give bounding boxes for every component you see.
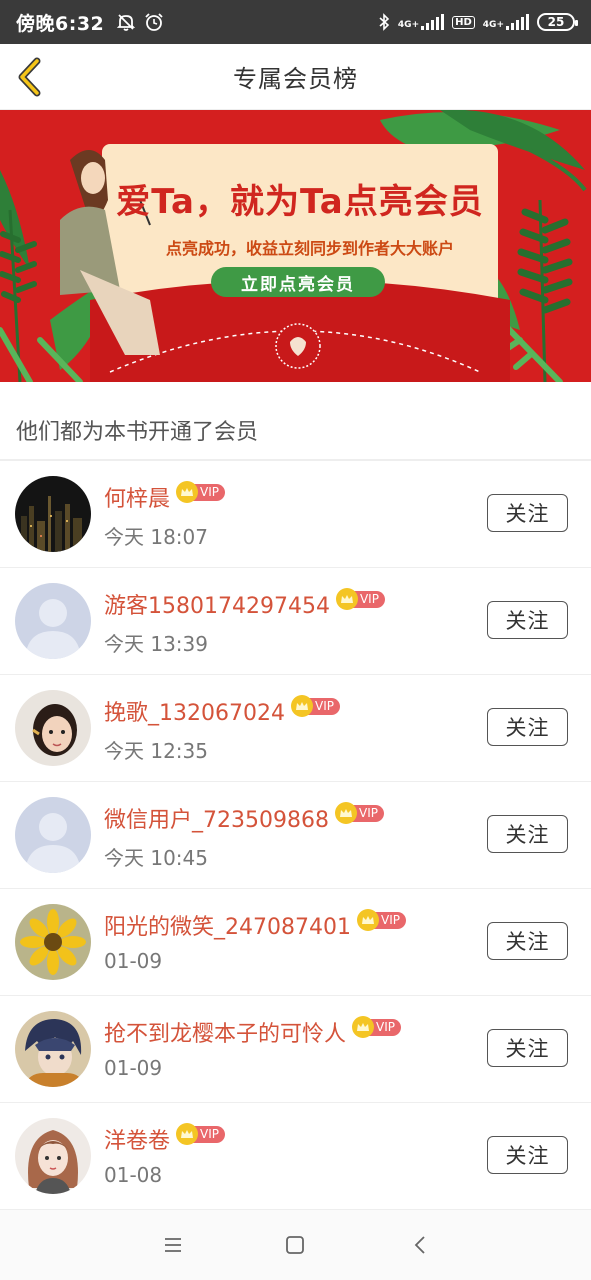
member-name[interactable]: 阳光的微笑_247087401 <box>104 909 351 941</box>
crown-icon <box>176 1123 199 1145</box>
banner-subtitle: 点亮成功，收益立刻同步到作者大大账户 <box>165 239 454 258</box>
menu-button[interactable] <box>158 1232 188 1258</box>
status-time: 傍晚6:32 <box>16 12 105 35</box>
default-user-avatar-icon <box>15 583 91 659</box>
follow-button[interactable]: 关注 <box>487 815 568 853</box>
vip-badge: VIP <box>176 1123 225 1145</box>
follow-button[interactable]: 关注 <box>487 494 568 532</box>
follow-button[interactable]: 关注 <box>487 922 568 960</box>
vip-badge: VIP <box>176 481 225 503</box>
crown-icon <box>334 802 357 824</box>
member-name[interactable]: 洋卷卷 <box>104 1123 170 1155</box>
app-header: 专属会员榜 <box>0 44 591 110</box>
sunflower-avatar-icon <box>15 904 91 980</box>
avatar[interactable] <box>15 690 91 766</box>
page-title: 专属会员榜 <box>233 65 358 93</box>
vip-badge: VIP <box>356 909 406 931</box>
member-name[interactable]: 游客1580174297454 <box>104 588 330 620</box>
promo-banner[interactable]: 爱Ta，就为Ta点亮会员 点亮成功，收益立刻同步到作者大大账户 立即点亮会员 <box>0 110 591 382</box>
battery-icon: 25 <box>537 13 578 31</box>
default-user-avatar-icon <box>15 797 91 873</box>
crown-icon <box>176 481 199 503</box>
crown-icon <box>290 695 313 717</box>
member-name[interactable]: 微信用户_723509868 <box>104 802 329 834</box>
avatar[interactable] <box>15 1118 91 1194</box>
avatar[interactable] <box>15 476 91 552</box>
vip-badge: VIP <box>352 1016 401 1038</box>
list-item[interactable]: 微信用户_723509868 VIP 今天 10:45 关注 <box>0 782 591 889</box>
member-list: 何梓晨 VIP 今天 18:07 关注 游客1580174297454 VIP … <box>0 461 591 1210</box>
back-button[interactable] <box>10 56 50 98</box>
back-chevron-icon <box>414 1236 425 1254</box>
avatar[interactable] <box>15 1011 91 1087</box>
system-nav-bar <box>0 1210 591 1280</box>
list-item[interactable]: 阳光的微笑_247087401 VIP 01-09 关注 <box>0 889 591 996</box>
member-time: 今天 18:07 <box>104 525 208 549</box>
avatar[interactable] <box>15 797 91 873</box>
list-item[interactable]: 挽歌_132067024 VIP 今天 12:35 关注 <box>0 675 591 782</box>
home-square-icon <box>286 1236 304 1254</box>
member-time: 今天 10:45 <box>104 846 208 870</box>
member-time: 01-09 <box>104 949 163 973</box>
chevron-left-icon <box>18 57 41 97</box>
signal-bars-icon <box>421 14 445 30</box>
crown-icon <box>356 909 379 931</box>
member-time: 今天 13:39 <box>104 632 208 656</box>
banner-title: 爱Ta，就为Ta点亮会员 <box>116 182 484 222</box>
section-title: 他们都为本书开通了会员 <box>16 420 259 445</box>
light-up-member-button[interactable]: 立即点亮会员 <box>211 267 385 297</box>
member-time: 01-08 <box>104 1163 163 1187</box>
member-name[interactable]: 挽歌_132067024 <box>104 695 285 727</box>
status-bar: 傍晚6:32 4G+ HD 4G+ 25 <box>0 0 591 44</box>
home-button[interactable] <box>280 1232 310 1258</box>
member-name[interactable]: 何梓晨 <box>104 481 170 513</box>
vip-badge: VIP <box>334 802 384 824</box>
member-time: 今天 12:35 <box>104 739 208 763</box>
list-item[interactable]: 洋卷卷 VIP 01-08 关注 <box>0 1103 591 1210</box>
follow-button[interactable]: 关注 <box>487 1136 568 1174</box>
list-item[interactable]: 游客1580174297454 VIP 今天 13:39 关注 <box>0 568 591 675</box>
notification-off-icon <box>117 14 136 31</box>
vip-badge: VIP <box>290 695 340 717</box>
signal-2: 4G+ <box>483 14 529 30</box>
menu-icon <box>165 1238 181 1252</box>
hd-badge: HD <box>452 15 475 29</box>
follow-button[interactable]: 关注 <box>487 708 568 746</box>
signal-bars-icon <box>506 14 529 30</box>
list-item[interactable]: 何梓晨 VIP 今天 18:07 关注 <box>0 461 591 568</box>
system-back-button[interactable] <box>405 1232 435 1258</box>
list-item[interactable]: 抢不到龙樱本子的可怜人 VIP 01-09 关注 <box>0 996 591 1103</box>
alarm-icon <box>145 13 163 31</box>
member-time: 01-09 <box>104 1056 163 1080</box>
crown-icon <box>352 1016 375 1038</box>
follow-button[interactable]: 关注 <box>487 1029 568 1067</box>
vip-badge: VIP <box>335 588 385 610</box>
city-night-avatar-icon <box>15 476 91 552</box>
anime-boy-avatar-icon <box>15 1011 91 1087</box>
member-name[interactable]: 抢不到龙樱本子的可怜人 <box>104 1016 346 1048</box>
anime-girl-avatar-icon <box>15 1118 91 1194</box>
crown-icon <box>335 588 358 610</box>
bluetooth-icon <box>379 13 390 31</box>
girl-photo-avatar-icon <box>15 690 91 766</box>
follow-button[interactable]: 关注 <box>487 601 568 639</box>
avatar[interactable] <box>15 904 91 980</box>
avatar[interactable] <box>15 583 91 659</box>
signal-1: 4G+ <box>398 14 445 30</box>
